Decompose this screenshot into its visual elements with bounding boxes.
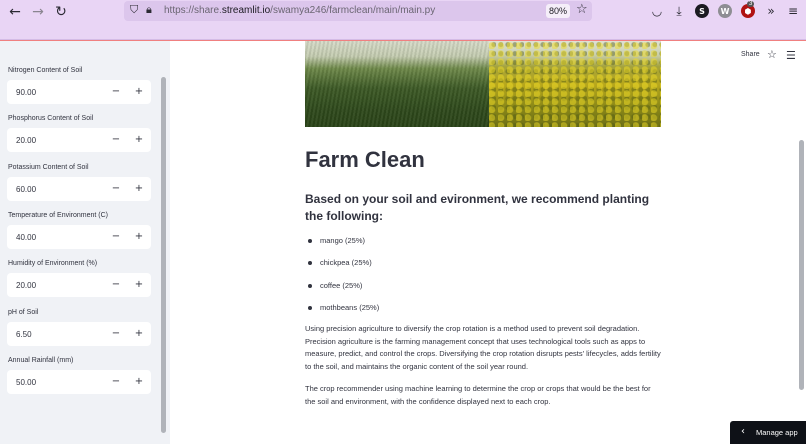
increment-button[interactable]: + [132,84,146,100]
number-input-value[interactable]: 20.00 [16,136,36,145]
chevron-left-icon: ‹ [741,426,745,437]
download-icon[interactable]: ⤓ [672,4,686,18]
zoom-level[interactable]: 80% [546,4,570,18]
increment-button[interactable]: + [132,326,146,342]
browser-toolbar: ← → ↻ ⛉ 🔒︎ https://share.streamlit.io/sw… [0,0,806,40]
description-paragraph: Using precision agriculture to diversify… [305,324,661,371]
field-label: Annual Rainfall (mm) [8,357,74,364]
reload-button[interactable]: ↻ [50,4,72,20]
decrement-button[interactable]: − [109,132,123,148]
number-input[interactable]: 6.50 − + [7,322,151,346]
url-bar[interactable]: ⛉ 🔒︎ https://share.streamlit.io/swamya24… [124,1,592,21]
url-text[interactable]: https://share.streamlit.io/swamya246/far… [164,5,435,16]
field-label: pH of Soil [8,309,39,316]
hero-image-flowers [489,41,661,127]
hero-field-image [305,41,661,127]
field-label: Temperature of Environment (C) [8,212,108,219]
field-label: Phosphorus Content of Soil [8,115,94,122]
menu-icon[interactable]: ≡ [786,4,800,18]
decrement-button[interactable]: − [109,84,123,100]
bullet [308,306,312,310]
description-paragraph: The crop recommender using machine learn… [305,384,651,406]
bullet [308,284,312,288]
back-button[interactable]: ← [4,4,26,20]
decrement-button[interactable]: − [109,277,123,293]
number-input-value[interactable]: 90.00 [16,88,36,97]
field-label: Nitrogen Content of Soil [8,67,83,74]
number-input[interactable]: 20.00 − + [7,273,151,297]
forward-button[interactable]: → [27,4,49,20]
chevrons-right-icon[interactable]: » [764,4,778,18]
recommendation-item: mothbeans (25%) [320,303,380,312]
increment-button[interactable]: + [132,229,146,245]
field-label: Humidity of Environment (%) [8,260,98,267]
bookmark-star-icon[interactable]: ☆ [576,2,588,17]
bullet [308,261,312,265]
decrement-button[interactable]: − [109,326,123,342]
number-input[interactable]: 20.00 − + [7,128,151,152]
hero-image-wheat [305,41,489,127]
number-input[interactable]: 90.00 − + [7,80,151,104]
star-icon[interactable]: ☆ [767,48,777,61]
lock-icon[interactable]: 🔒︎ [146,3,152,17]
share-button[interactable]: Share [741,51,760,58]
bullet [308,239,312,243]
number-input[interactable]: 50.00 − + [7,370,151,394]
hamburger-menu-icon[interactable]: ☰ [786,49,796,62]
page-title: Farm Clean [305,147,425,172]
number-input-value[interactable]: 6.50 [16,330,32,339]
increment-button[interactable]: + [132,277,146,293]
recommendation-heading: Based on your soil and evironment, we re… [305,192,650,223]
pocket-icon[interactable]: ◡ [650,4,664,18]
number-input-value[interactable]: 50.00 [16,378,36,387]
number-input-value[interactable]: 60.00 [16,185,36,194]
recommendation-item: mango (25%) [320,236,366,245]
number-input-value[interactable]: 20.00 [16,281,36,290]
increment-button[interactable]: + [132,132,146,148]
number-input[interactable]: 60.00 − + [7,177,151,201]
decrement-button[interactable]: − [109,181,123,197]
sidebar-scrollbar[interactable] [161,77,166,433]
number-input-value[interactable]: 40.00 [16,233,36,242]
manage-app-label: Manage app [756,428,798,437]
extension-s-icon[interactable]: S [695,4,709,18]
increment-button[interactable]: + [132,181,146,197]
recommendation-item: chickpea (25%) [320,258,372,267]
increment-button[interactable]: + [132,374,146,390]
recommendation-item: coffee (25%) [320,281,363,290]
main-scrollbar[interactable] [799,140,804,390]
shield-icon[interactable]: ⛉ [130,3,138,17]
decrement-button[interactable]: − [109,229,123,245]
field-label: Potassium Content of Soil [8,164,89,171]
number-input[interactable]: 40.00 − + [7,225,151,249]
manage-app-button[interactable]: ‹ Manage app [730,421,806,444]
extension-w-icon[interactable]: W [718,4,732,18]
decrement-button[interactable]: − [109,374,123,390]
